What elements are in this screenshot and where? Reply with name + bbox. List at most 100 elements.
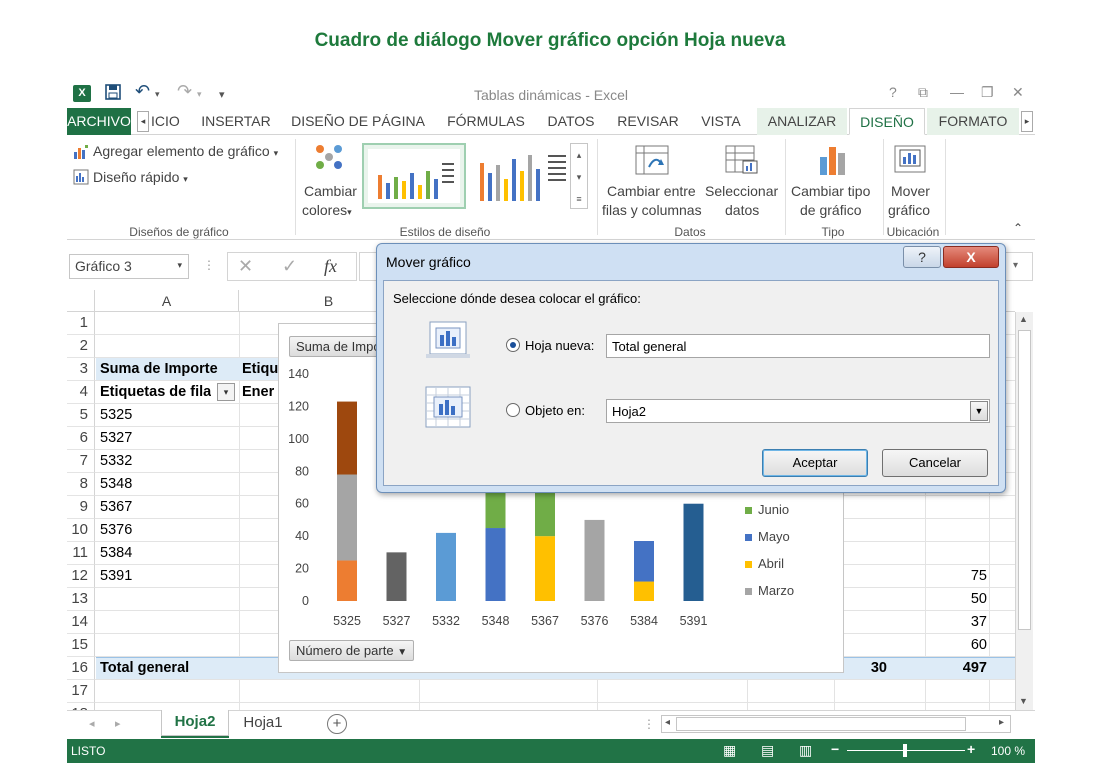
object-in-label[interactable]: Objeto en: [525, 403, 585, 418]
row-header[interactable]: 15 [67, 634, 95, 657]
name-box[interactable]: Gráfico 3 ▾ [69, 254, 189, 279]
tab-formato[interactable]: FORMATO [927, 108, 1019, 135]
gallery-scroll-icon[interactable]: ▴ ▾ ≡ [570, 143, 588, 209]
bar-segment[interactable] [436, 532, 456, 601]
part-cell[interactable]: 5332 [100, 450, 132, 472]
bar-segment[interactable] [485, 528, 506, 601]
switch-row-column-label-2[interactable]: filas y columnas [602, 202, 702, 218]
row-header[interactable]: 6 [67, 427, 95, 450]
row-header[interactable]: 1 [67, 312, 95, 335]
pivot-column-labels[interactable]: Etiqu [242, 358, 278, 380]
chevron-down-icon[interactable]: ▾ [177, 260, 182, 271]
row-labels-filter-icon[interactable]: ▾ [217, 383, 235, 401]
tab-split-grip-icon[interactable]: ⋮ [643, 717, 655, 731]
close-icon[interactable]: ✕ [1012, 84, 1024, 101]
sheet-tab-hoja2[interactable]: Hoja2 [161, 710, 229, 736]
column-header-a[interactable]: A [95, 290, 239, 312]
row-header[interactable]: 9 [67, 496, 95, 519]
row-header[interactable]: 12 [67, 565, 95, 588]
pivot-values-header[interactable]: Suma de Importe [100, 358, 218, 380]
legend-entry[interactable]: Marzo [745, 583, 794, 598]
page-break-view-icon[interactable]: ▥ [799, 742, 812, 759]
vertical-scrollbar[interactable]: ▲ ▼ [1015, 312, 1033, 710]
part-cell[interactable]: 5325 [100, 404, 132, 426]
bar-segment[interactable] [634, 541, 654, 582]
zoom-level[interactable]: 100 % [991, 744, 1025, 758]
total-cell[interactable]: 60 [947, 634, 987, 656]
bar-segment[interactable] [584, 519, 605, 601]
tab-vista[interactable]: VISTA [695, 108, 747, 135]
sheet-tab-hoja1[interactable]: Hoja1 [237, 713, 289, 735]
tab-diseno[interactable]: DISEÑO [849, 108, 925, 135]
total-cell[interactable]: 37 [947, 611, 987, 633]
part-cell[interactable]: 5384 [100, 542, 132, 564]
part-cell[interactable]: 5376 [100, 519, 132, 541]
row-header[interactable]: 2 [67, 335, 95, 358]
switch-row-column-label-1[interactable]: Cambiar entre [607, 183, 696, 199]
move-chart-label-2[interactable]: gráfico [888, 202, 930, 218]
bar-segment[interactable] [535, 536, 555, 601]
new-sheet-label[interactable]: Hoja nueva: [525, 338, 594, 353]
sheet-next-icon[interactable]: ▸ [115, 717, 121, 730]
total-cell[interactable]: 75 [947, 565, 987, 587]
select-data-label-2[interactable]: datos [725, 202, 759, 218]
scroll-left-icon[interactable]: ◂ [665, 717, 670, 728]
select-data-label-1[interactable]: Seleccionar [705, 183, 778, 199]
new-sheet-name-input[interactable]: Total general [606, 334, 990, 358]
row-header[interactable]: 14 [67, 611, 95, 634]
part-cell[interactable]: 5327 [100, 427, 132, 449]
add-sheet-icon[interactable]: + [327, 714, 347, 734]
zoom-out-icon[interactable]: − [831, 741, 839, 757]
change-chart-type-label-1[interactable]: Cambiar tipo [791, 183, 870, 199]
collapse-ribbon-icon[interactable]: ⌃ [1013, 221, 1023, 235]
object-in-radio[interactable] [506, 403, 520, 417]
tab-datos[interactable]: DATOS [541, 108, 601, 135]
grand-total-label[interactable]: Total general [100, 657, 189, 679]
row-header[interactable]: 8 [67, 473, 95, 496]
restore-icon[interactable]: ❐ [981, 84, 994, 101]
chart-style-2-thumb[interactable] [470, 143, 574, 209]
scroll-up-icon[interactable]: ▲ [1019, 314, 1028, 324]
chart-style-1-thumb[interactable] [362, 143, 466, 209]
row-header[interactable]: 7 [67, 450, 95, 473]
row-header[interactable]: 17 [67, 680, 95, 703]
row-header[interactable]: 5 [67, 404, 95, 427]
sheet-prev-icon[interactable]: ◂ [89, 717, 95, 730]
page-layout-view-icon[interactable]: ▤ [761, 742, 774, 759]
total-cell[interactable]: 50 [947, 588, 987, 610]
scroll-down-icon[interactable]: ▼ [1019, 696, 1028, 706]
row-header[interactable]: 10 [67, 519, 95, 542]
select-all-corner[interactable] [67, 290, 95, 312]
help-icon[interactable]: ? [889, 84, 897, 100]
confirm-formula-icon[interactable]: ✓ [282, 256, 297, 277]
object-in-select[interactable]: Hoja2 ▼ [606, 399, 990, 423]
chevron-down-icon[interactable]: ▼ [970, 401, 988, 421]
change-chart-type-label-2[interactable]: de gráfico [800, 202, 861, 218]
zoom-slider-thumb[interactable] [903, 744, 907, 757]
quick-layout-button[interactable]: Diseño rápido ▾ [93, 169, 188, 185]
part-cell[interactable]: 5348 [100, 473, 132, 495]
insert-function-icon[interactable]: fx [324, 256, 337, 277]
horizontal-scrollbar[interactable]: ◂ ▸ [661, 715, 1011, 733]
normal-view-icon[interactable]: ▦ [723, 742, 736, 759]
vertical-scroll-thumb[interactable] [1018, 330, 1031, 630]
bar-segment[interactable] [337, 560, 357, 601]
add-chart-element-button[interactable]: Agregar elemento de gráfico ▾ [93, 143, 278, 159]
tab-inicio[interactable]: ICIO [151, 108, 180, 135]
row-header[interactable]: 13 [67, 588, 95, 611]
axis-field-button[interactable]: Número de parte ▼ [289, 640, 415, 661]
bar-segment[interactable] [634, 581, 654, 601]
row-header[interactable]: 16 [67, 657, 95, 680]
tab-revisar[interactable]: REVISAR [615, 108, 681, 135]
bar-segment[interactable] [683, 503, 704, 601]
bar-segment[interactable] [337, 401, 357, 475]
horizontal-scroll-thumb[interactable] [676, 717, 966, 731]
ok-button[interactable]: Aceptar [762, 449, 868, 477]
tab-formulas[interactable]: FÓRMULAS [441, 108, 531, 135]
tab-analizar[interactable]: ANALIZAR [757, 108, 847, 135]
move-chart-label-1[interactable]: Mover [891, 183, 930, 199]
pivot-first-month[interactable]: Ener [242, 381, 274, 403]
grand-total-value[interactable]: 497 [947, 657, 987, 679]
row-header[interactable]: 4 [67, 381, 95, 404]
bar-segment[interactable] [337, 474, 357, 561]
